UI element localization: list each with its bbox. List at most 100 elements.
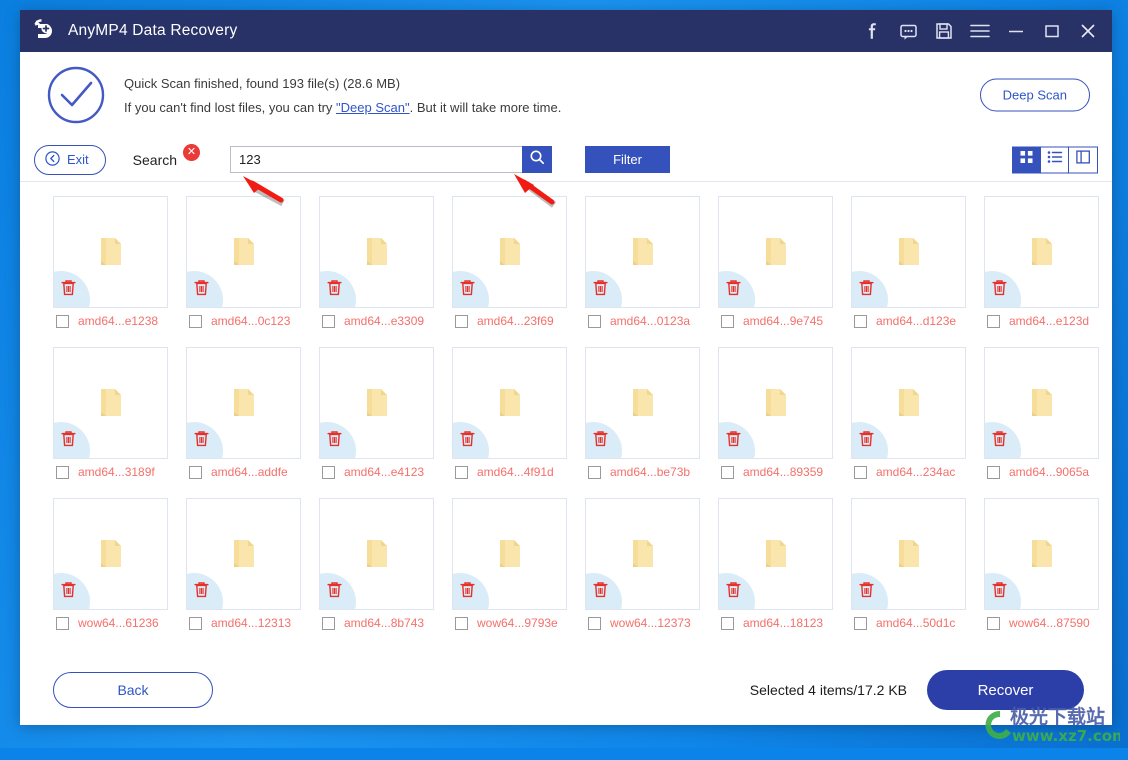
file-thumbnail[interactable] bbox=[319, 347, 434, 459]
file-thumbnail[interactable] bbox=[452, 347, 567, 459]
file-checkbox[interactable] bbox=[721, 617, 734, 630]
file-tile[interactable]: wow64...61236 bbox=[53, 498, 168, 630]
deep-scan-button[interactable]: Deep Scan bbox=[980, 79, 1090, 112]
file-thumbnail[interactable] bbox=[718, 498, 833, 610]
file-tile[interactable]: amd64...0c123 bbox=[186, 196, 301, 328]
file-tile[interactable]: amd64...e3309 bbox=[319, 196, 434, 328]
file-tile[interactable]: amd64...18123 bbox=[718, 498, 833, 630]
file-tile[interactable]: amd64...234ac bbox=[851, 347, 966, 479]
file-checkbox[interactable] bbox=[322, 466, 335, 479]
file-tile[interactable]: amd64...8b743 bbox=[319, 498, 434, 630]
file-checkbox[interactable] bbox=[322, 315, 335, 328]
file-thumbnail[interactable] bbox=[319, 196, 434, 308]
filter-button[interactable]: Filter bbox=[585, 146, 670, 173]
file-thumbnail[interactable] bbox=[319, 498, 434, 610]
clear-search-icon[interactable]: ✕ bbox=[183, 144, 200, 161]
file-tile[interactable]: amd64...12313 bbox=[186, 498, 301, 630]
file-thumbnail[interactable] bbox=[984, 196, 1099, 308]
file-checkbox[interactable] bbox=[56, 466, 69, 479]
file-tile[interactable]: amd64...9e745 bbox=[718, 196, 833, 328]
file-tile[interactable]: wow64...9793e bbox=[452, 498, 567, 630]
folder-glyph bbox=[763, 388, 789, 418]
file-tile[interactable]: amd64...e1238 bbox=[53, 196, 168, 328]
search-input[interactable] bbox=[230, 146, 522, 173]
file-checkbox[interactable] bbox=[588, 466, 601, 479]
file-checkbox[interactable] bbox=[854, 466, 867, 479]
file-checkbox[interactable] bbox=[987, 315, 1000, 328]
file-thumbnail[interactable] bbox=[851, 498, 966, 610]
file-checkbox[interactable] bbox=[455, 617, 468, 630]
file-thumbnail[interactable] bbox=[186, 347, 301, 459]
feedback-chat-icon[interactable] bbox=[890, 10, 926, 52]
file-checkbox[interactable] bbox=[322, 617, 335, 630]
file-tile[interactable]: amd64...89359 bbox=[718, 347, 833, 479]
deep-scan-link[interactable]: "Deep Scan" bbox=[336, 100, 410, 115]
file-thumbnail[interactable] bbox=[984, 498, 1099, 610]
file-tile[interactable]: amd64...d123e bbox=[851, 196, 966, 328]
file-thumbnail[interactable] bbox=[186, 498, 301, 610]
detail-view-button[interactable] bbox=[1069, 147, 1097, 172]
list-view-button[interactable] bbox=[1041, 147, 1069, 172]
file-checkbox[interactable] bbox=[56, 617, 69, 630]
file-tile-footer: amd64...e3309 bbox=[319, 314, 434, 328]
close-icon[interactable] bbox=[1070, 10, 1106, 52]
file-thumbnail[interactable] bbox=[53, 196, 168, 308]
maximize-icon[interactable] bbox=[1034, 10, 1070, 52]
file-tile[interactable]: amd64...addfe bbox=[186, 347, 301, 479]
file-thumbnail[interactable] bbox=[53, 347, 168, 459]
file-thumbnail[interactable] bbox=[186, 196, 301, 308]
file-checkbox[interactable] bbox=[987, 466, 1000, 479]
file-checkbox[interactable] bbox=[854, 617, 867, 630]
file-checkbox[interactable] bbox=[854, 315, 867, 328]
file-tile-footer: wow64...87590 bbox=[984, 616, 1099, 630]
trash-glyph bbox=[859, 430, 874, 447]
file-thumbnail[interactable] bbox=[585, 196, 700, 308]
file-tile[interactable]: amd64...9065a bbox=[984, 347, 1099, 479]
file-checkbox[interactable] bbox=[721, 315, 734, 328]
file-thumbnail[interactable] bbox=[585, 498, 700, 610]
file-thumbnail[interactable] bbox=[452, 498, 567, 610]
file-tile[interactable]: amd64...0123a bbox=[585, 196, 700, 328]
file-tile[interactable]: amd64...4f91d bbox=[452, 347, 567, 479]
recover-button[interactable]: Recover bbox=[927, 670, 1084, 710]
file-checkbox[interactable] bbox=[189, 466, 202, 479]
deleted-trash-icon bbox=[194, 279, 209, 301]
file-tile[interactable]: amd64...3189f bbox=[53, 347, 168, 479]
file-tile-footer: amd64...9065a bbox=[984, 465, 1099, 479]
file-checkbox[interactable] bbox=[588, 315, 601, 328]
file-checkbox[interactable] bbox=[189, 315, 202, 328]
exit-button[interactable]: Exit bbox=[34, 145, 106, 175]
file-tile[interactable]: wow64...12373 bbox=[585, 498, 700, 630]
file-thumbnail[interactable] bbox=[452, 196, 567, 308]
file-name-label: amd64...0123a bbox=[610, 314, 690, 328]
file-checkbox[interactable] bbox=[455, 466, 468, 479]
file-thumbnail[interactable] bbox=[984, 347, 1099, 459]
file-checkbox[interactable] bbox=[189, 617, 202, 630]
file-thumbnail[interactable] bbox=[851, 196, 966, 308]
search-submit-button[interactable] bbox=[522, 146, 552, 173]
file-thumbnail[interactable] bbox=[718, 196, 833, 308]
file-thumbnail[interactable] bbox=[718, 347, 833, 459]
grid-view-button[interactable] bbox=[1013, 147, 1041, 172]
minimize-icon[interactable] bbox=[998, 10, 1034, 52]
file-tile[interactable]: amd64...50d1c bbox=[851, 498, 966, 630]
folder-glyph bbox=[98, 539, 124, 569]
file-checkbox[interactable] bbox=[56, 315, 69, 328]
file-thumbnail[interactable] bbox=[851, 347, 966, 459]
file-checkbox[interactable] bbox=[588, 617, 601, 630]
file-tile[interactable]: amd64...e4123 bbox=[319, 347, 434, 479]
file-checkbox[interactable] bbox=[455, 315, 468, 328]
hamburger-menu-icon[interactable] bbox=[962, 10, 998, 52]
save-icon[interactable] bbox=[926, 10, 962, 52]
file-tile[interactable]: amd64...23f69 bbox=[452, 196, 567, 328]
file-thumbnail[interactable] bbox=[585, 347, 700, 459]
file-results-area[interactable]: amd64...e1238 amd64...0c123 amd64...e330 bbox=[20, 182, 1112, 655]
file-checkbox[interactable] bbox=[987, 617, 1000, 630]
file-tile[interactable]: amd64...e123d bbox=[984, 196, 1099, 328]
file-checkbox[interactable] bbox=[721, 466, 734, 479]
facebook-icon[interactable] bbox=[854, 10, 890, 52]
back-button[interactable]: Back bbox=[53, 672, 213, 708]
file-tile[interactable]: wow64...87590 bbox=[984, 498, 1099, 630]
file-tile[interactable]: amd64...be73b bbox=[585, 347, 700, 479]
file-thumbnail[interactable] bbox=[53, 498, 168, 610]
